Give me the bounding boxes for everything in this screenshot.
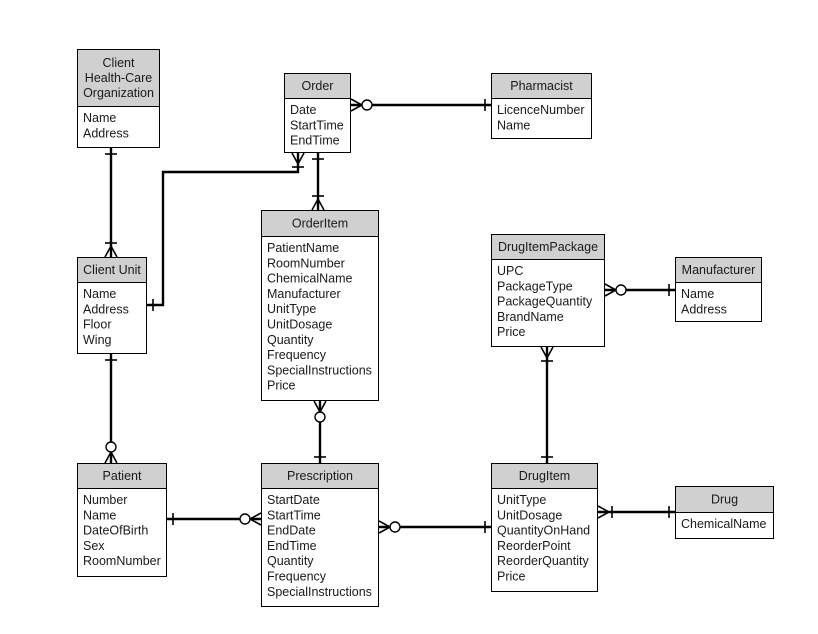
entity-title: Health-Care [85, 71, 152, 85]
rel-client-hco-client-unit[interactable] [104, 148, 118, 258]
entity-attribute: UnitDosage [497, 508, 562, 522]
rel-drug-item-drug[interactable] [597, 505, 675, 519]
entity-attribute: UnitType [497, 493, 546, 507]
rel-client-unit-patient[interactable] [104, 354, 118, 464]
entity-attribute: UPC [497, 264, 523, 278]
entity-order-item[interactable]: OrderItem PatientNameRoomNumber ChemicalNa… [261, 210, 379, 401]
entity-attribute: Frequency [267, 348, 327, 362]
entity-attribute: Quantity [267, 333, 314, 347]
entity-attribute: ChemicalName [267, 272, 352, 286]
zero-circle-mark [615, 284, 627, 296]
entity-attribute: Name [83, 287, 116, 301]
entity-title: Prescription [287, 469, 353, 483]
entity-attribute: StartTime [290, 118, 344, 132]
entity-title: Client [103, 56, 135, 70]
entity-title: Manufacturer [682, 263, 756, 277]
entity-attribute: EndTime [290, 134, 340, 148]
entity-pharmacist[interactable]: Pharmacist LicenceNumberName [491, 73, 592, 139]
entity-attribute: QuantityOnHand [497, 524, 590, 538]
entity-attribute: StartTime [267, 508, 321, 522]
entity-attribute: DateOfBirth [83, 524, 148, 538]
entity-attribute: PackageQuantity [497, 295, 593, 309]
entity-attribute: Date [290, 103, 316, 117]
rel-prescription-drug-item[interactable] [378, 520, 491, 534]
entity-attribute: StartDate [267, 493, 320, 507]
entity-manufacturer[interactable]: Manufacturer NameAddress [675, 257, 762, 322]
entity-attribute: Address [681, 302, 727, 316]
entity-attribute: Quantity [267, 554, 314, 568]
entity-title: Order [302, 79, 334, 93]
entity-attribute: Price [497, 570, 526, 584]
entity-attribute: ChemicalName [681, 517, 766, 531]
rel-drug-item-package-manufacturer[interactable] [604, 283, 675, 297]
entity-title: OrderItem [292, 217, 348, 231]
entity-attribute: Address [83, 126, 129, 140]
entity-attribute: Address [83, 302, 129, 316]
entity-order[interactable]: Order DateStartTime EndTime [284, 73, 351, 153]
entity-title: DrugItemPackage [498, 240, 598, 254]
entity-attribute: Floor [83, 318, 111, 332]
entity-attribute: UnitType [267, 302, 316, 316]
zero-circle-mark [105, 441, 117, 453]
entity-title: Patient [103, 469, 142, 483]
entity-patient[interactable]: Patient NumberName DateOfBirthSexRoomNumbe… [77, 463, 167, 577]
entity-title: Organization [83, 86, 154, 100]
rel-patient-prescription[interactable] [167, 512, 262, 526]
zero-circle-mark [314, 411, 326, 423]
entity-attribute: Price [267, 379, 296, 393]
zero-circle-mark [389, 521, 401, 533]
entity-attribute: Name [83, 508, 116, 522]
entity-drug[interactable]: Drug ChemicalName [675, 486, 774, 539]
entity-attribute: PackageType [497, 279, 573, 293]
entity-title: DrugItem [519, 469, 570, 483]
entity-attribute: RoomNumber [267, 256, 345, 270]
entity-attribute: SpecialInstructions [267, 363, 372, 377]
entity-attribute: Wing [83, 333, 112, 347]
zero-circle-mark [239, 513, 251, 525]
entity-attribute: Number [83, 493, 127, 507]
entity-attribute: PatientName [267, 241, 339, 255]
entity-attribute: SpecialInstructions [267, 585, 372, 599]
entity-attribute: EndDate [267, 524, 316, 538]
entity-attribute: Price [497, 325, 526, 339]
er-diagram: ClientHealth-CareOrganizationNameAddress… [77, 49, 774, 607]
rel-order-item-prescription[interactable] [313, 400, 327, 463]
entity-attribute: EndTime [267, 539, 317, 553]
entity-client-unit[interactable]: Client Unit NameAddress FloorWing [77, 257, 147, 354]
rel-order-order-item[interactable] [311, 153, 325, 211]
entity-attribute: Sex [83, 539, 105, 553]
entity-attribute: ReorderQuantity [497, 554, 589, 568]
rel-order-pharmacist[interactable] [350, 98, 491, 112]
zero-circle-mark [361, 99, 373, 111]
entity-client-hco[interactable]: ClientHealth-CareOrganization NameAddress [77, 49, 160, 148]
entity-title: Client Unit [83, 263, 141, 277]
entity-attribute: RoomNumber [83, 554, 161, 568]
entity-drug-item[interactable]: DrugItem UnitTypeUnitDosage QuantityOnHand… [491, 463, 598, 592]
entity-attribute: LicenceNumber [497, 103, 585, 117]
entity-attribute: UnitDosage [267, 318, 332, 332]
entity-title: Pharmacist [510, 79, 573, 93]
entity-attribute: Name [497, 118, 530, 132]
entity-attribute: BrandName [497, 310, 564, 324]
entities: ClientHealth-CareOrganizationNameAddress… [77, 49, 774, 607]
entity-attribute: Name [681, 287, 714, 301]
entity-attribute: Manufacturer [267, 287, 341, 301]
entity-attribute: Name [83, 111, 116, 125]
entity-attribute: Frequency [267, 570, 327, 584]
entity-prescription[interactable]: Prescription StartDateStartTime EndDateEnd… [261, 463, 379, 607]
rel-drug-item-package-drug-item[interactable] [540, 346, 554, 463]
entity-title: Drug [711, 493, 738, 507]
entity-attribute: ReorderPoint [497, 539, 571, 553]
entity-drug-item-package[interactable]: DrugItemPackage UPCPackageType PackageQuan… [491, 234, 605, 347]
